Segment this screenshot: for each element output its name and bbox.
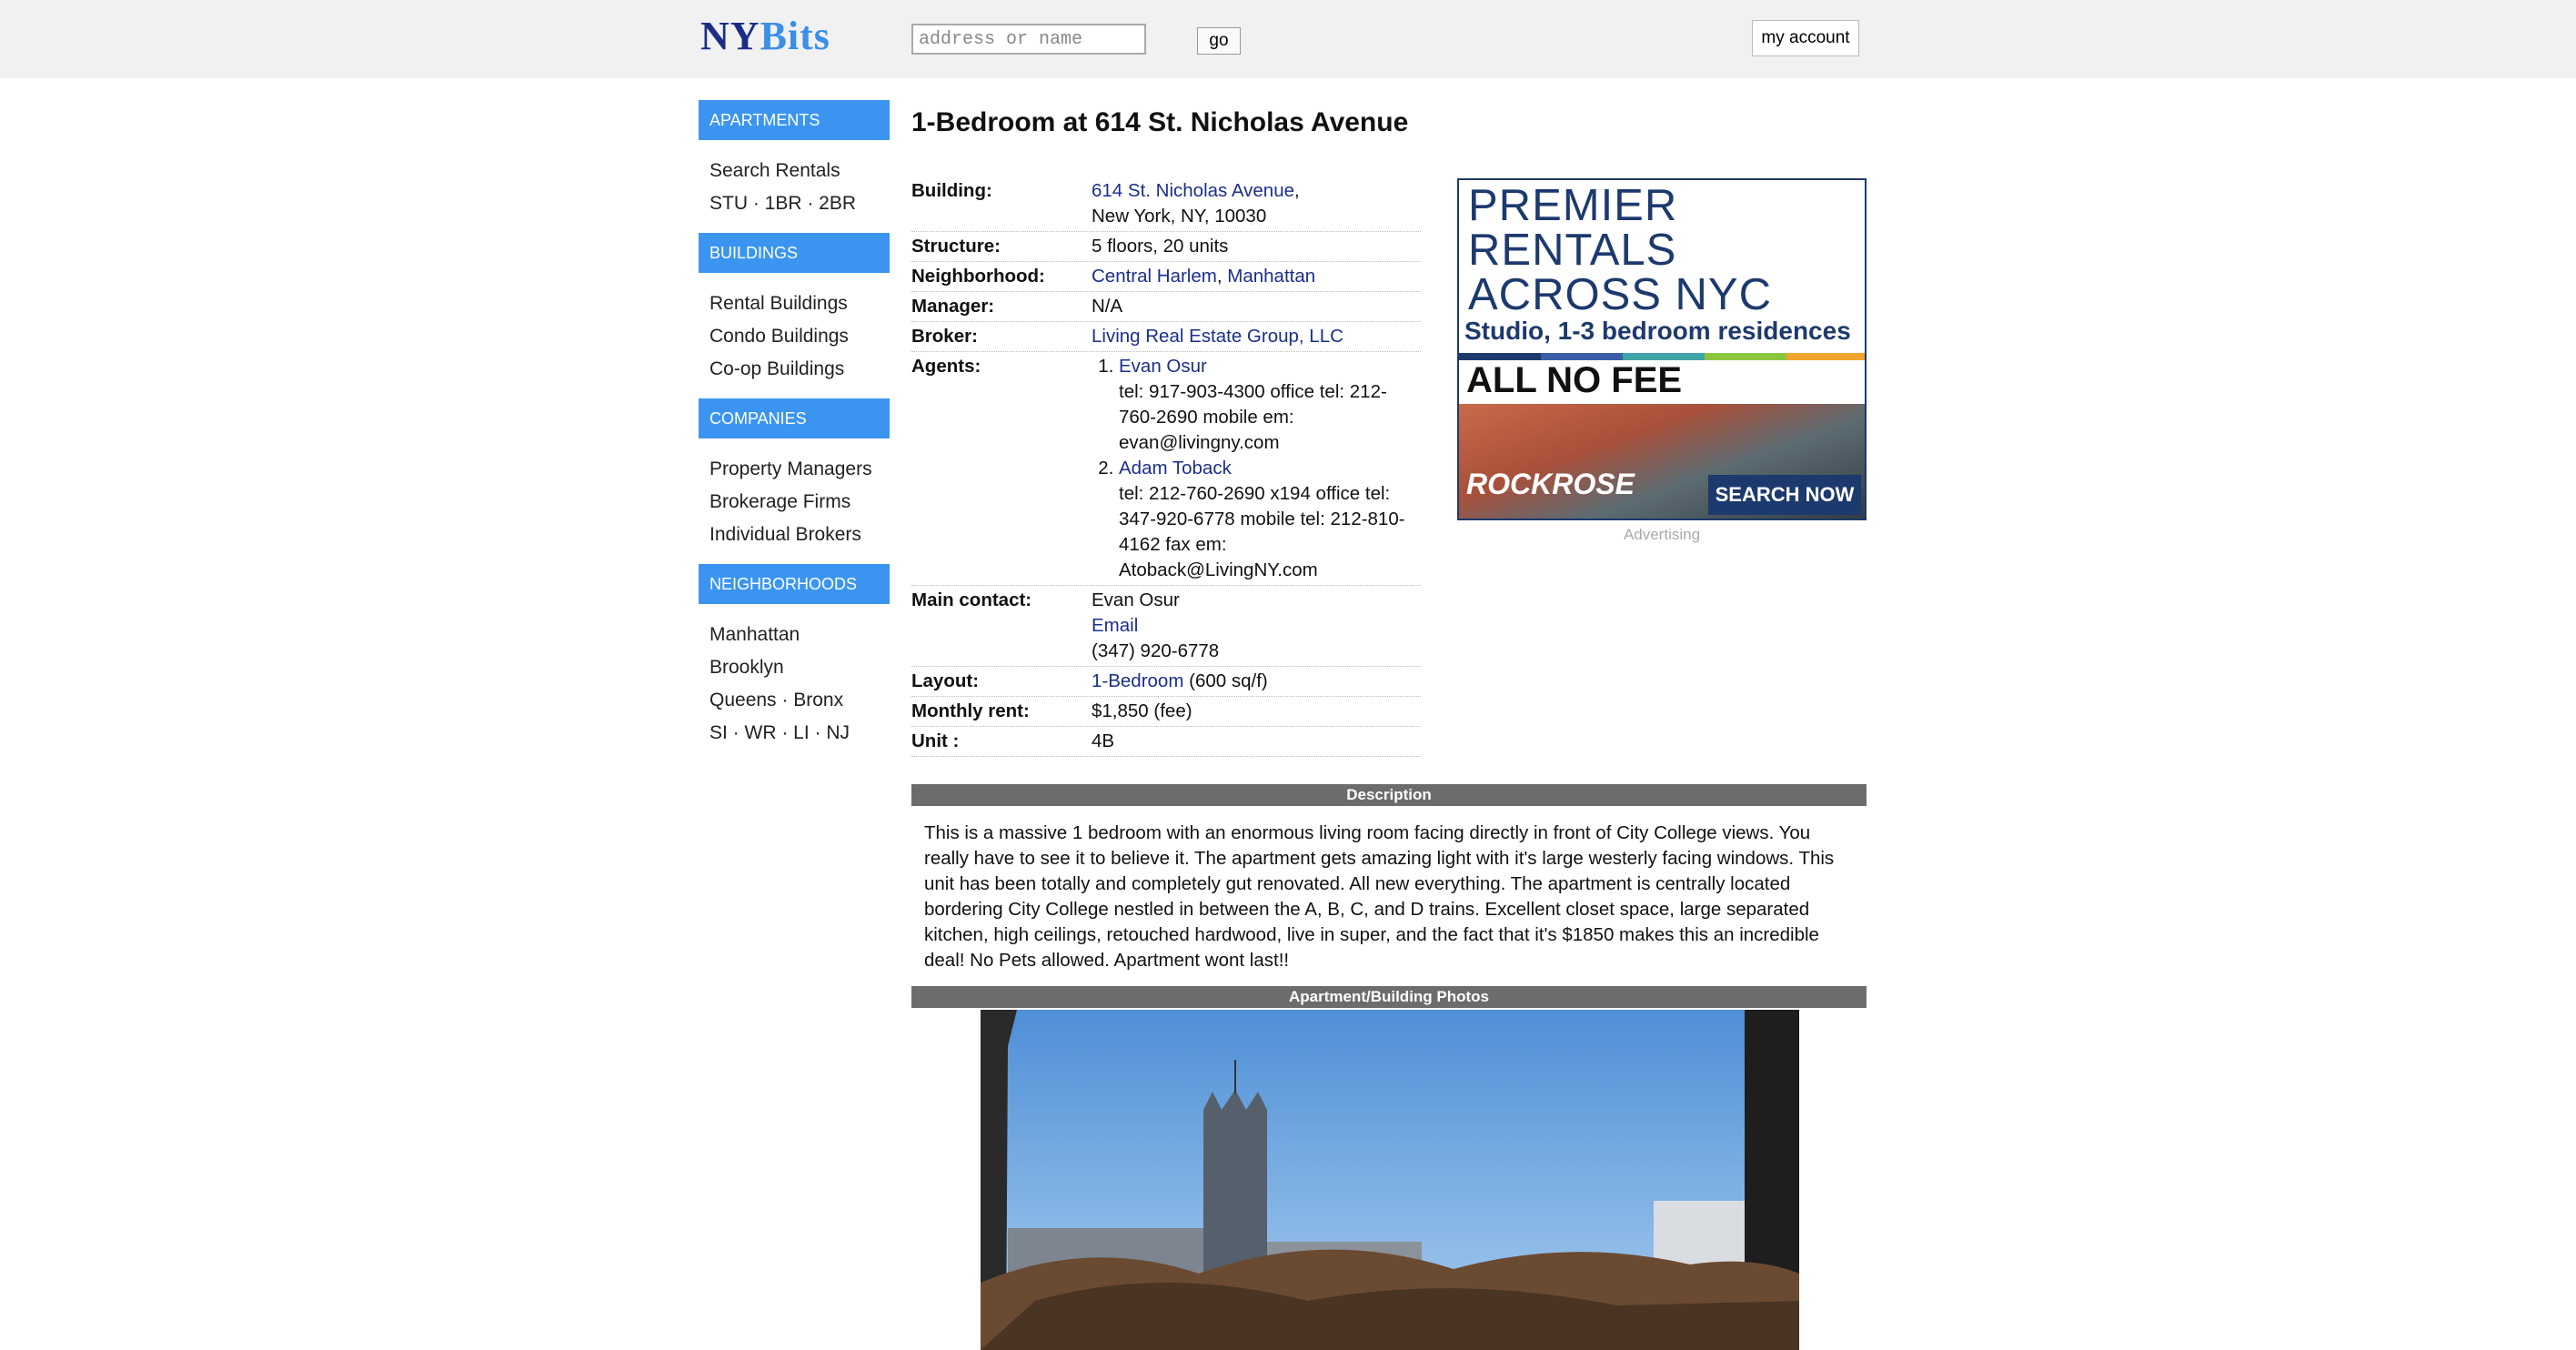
- agent-link[interactable]: Adam Toback: [1119, 458, 1232, 479]
- sidebar-item-manhattan[interactable]: Manhattan: [709, 622, 800, 648]
- detail-row-structure: Structure: 5 floors, 20 units: [911, 234, 1421, 262]
- layout-link[interactable]: 1-Bedroom: [1092, 670, 1183, 691]
- sidebar-item-property-managers[interactable]: Property Managers: [709, 457, 872, 482]
- building-city: New York, NY, 10030: [1092, 206, 1267, 227]
- go-button[interactable]: go: [1197, 27, 1241, 55]
- sidebar-item-coop-buildings[interactable]: Co-op Buildings: [709, 357, 844, 382]
- apartment-photo[interactable]: [981, 1010, 1799, 1350]
- sidebar-header-neighborhoods[interactable]: NEIGHBORHOODS: [699, 564, 890, 604]
- neighborhood-link[interactable]: Central Harlem: [1092, 266, 1217, 287]
- sidebar-header-buildings[interactable]: BUILDINGS: [699, 233, 890, 273]
- detail-row-manager: Manager: N/A: [911, 294, 1421, 322]
- ad-subtitle: Studio, 1-3 bedroom residences: [1464, 317, 1851, 345]
- detail-label: Neighborhood:: [911, 266, 1045, 287]
- detail-row-neighborhood: Neighborhood: Central Harlem, Manhattan: [911, 264, 1421, 292]
- detail-value: N/A: [1092, 296, 1123, 317]
- contact-name: Evan Osur: [1092, 589, 1180, 610]
- page-title: 1-Bedroom at 614 St. Nicholas Avenue: [911, 107, 1409, 137]
- agent-contact: tel: 917-903-4300 office tel: 212-760-26…: [1119, 381, 1387, 453]
- agent-contact: tel: 212-760-2690 x194 office tel: 347-9…: [1119, 483, 1405, 580]
- sidebar-item-queens-bronx[interactable]: Queens · Bronx: [709, 688, 843, 713]
- detail-row-unit: Unit : 4B: [911, 729, 1421, 757]
- detail-value: Evan Osur tel: 917-903-4300 office tel: …: [1092, 354, 1421, 583]
- building-link[interactable]: 614 St. Nicholas Avenue: [1092, 180, 1294, 201]
- detail-label: Layout:: [911, 670, 980, 691]
- layout-size: (600 sq/f): [1189, 670, 1268, 691]
- photos-heading: Apartment/Building Photos: [911, 986, 1867, 1008]
- description-heading: Description: [911, 784, 1867, 806]
- ad-headline-line: ACROSS NYC: [1468, 270, 1773, 319]
- detail-label: Manager:: [911, 296, 995, 317]
- detail-label: Broker:: [911, 326, 978, 347]
- sidebar-header-apartments[interactable]: APARTMENTS: [699, 100, 890, 140]
- advertisement-banner[interactable]: PREMIER RENTALS ACROSS NYC Studio, 1-3 b…: [1457, 178, 1867, 520]
- sidebar-item-other-areas[interactable]: SI · WR · LI · NJ: [709, 720, 850, 746]
- detail-value: 4B: [1092, 730, 1115, 751]
- detail-row-building: Building: 614 St. Nicholas Avenue, New Y…: [911, 178, 1421, 232]
- ad-brand-logo: ROCKROSE: [1466, 468, 1635, 500]
- sidebar-header-companies[interactable]: COMPANIES: [699, 398, 890, 438]
- detail-row-rent: Monthly rent: $1,850 (fee): [911, 699, 1421, 727]
- sidebar-item-apartment-sizes[interactable]: STU · 1BR · 2BR: [709, 191, 856, 217]
- agent-item: Adam Toback tel: 212-760-2690 x194 offic…: [1119, 456, 1421, 583]
- site-logo[interactable]: NYBits: [700, 13, 830, 59]
- agent-link[interactable]: Evan Osur: [1119, 356, 1207, 377]
- ad-no-fee: ALL NO FEE: [1466, 360, 1683, 400]
- my-account-button[interactable]: my account: [1752, 20, 1859, 56]
- detail-row-agents: Agents: Evan Osur tel: 917-903-4300 offi…: [911, 354, 1421, 586]
- borough-link[interactable]: Manhattan: [1227, 266, 1315, 287]
- ad-color-stripe: [1459, 353, 1865, 360]
- detail-label: Main contact:: [911, 589, 1032, 610]
- detail-label: Agents:: [911, 356, 981, 377]
- contact-email-link[interactable]: Email: [1092, 615, 1138, 636]
- detail-value: 5 floors, 20 units: [1092, 236, 1229, 257]
- detail-label: Building:: [911, 180, 992, 201]
- ad-headline: PREMIER RENTALS ACROSS NYC: [1468, 184, 1772, 317]
- logo-bits: Bits: [760, 14, 830, 58]
- agent-item: Evan Osur tel: 917-903-4300 office tel: …: [1119, 354, 1421, 456]
- detail-label: Unit :: [911, 730, 960, 751]
- detail-row-broker: Broker: Living Real Estate Group, LLC: [911, 324, 1421, 352]
- detail-value: Living Real Estate Group, LLC: [1092, 324, 1421, 349]
- detail-label: Structure:: [911, 236, 1001, 257]
- detail-row-main-contact: Main contact: Evan Osur Email (347) 920-…: [911, 588, 1421, 667]
- detail-value: $1,850 (fee): [1092, 700, 1192, 721]
- detail-value: 1-Bedroom (600 sq/f): [1092, 669, 1421, 694]
- detail-value: 614 St. Nicholas Avenue, New York, NY, 1…: [1092, 180, 1300, 227]
- contact-phone: (347) 920-6778: [1092, 640, 1220, 661]
- ad-search-now-button[interactable]: SEARCH NOW: [1708, 475, 1861, 515]
- listing-details: Building: 614 St. Nicholas Avenue, New Y…: [911, 178, 1421, 759]
- ad-headline-line: RENTALS: [1468, 226, 1677, 275]
- top-bar: NYBits go my account: [0, 0, 2576, 78]
- broker-link[interactable]: Living Real Estate Group, LLC: [1092, 326, 1343, 347]
- sidebar-item-individual-brokers[interactable]: Individual Brokers: [709, 522, 861, 548]
- detail-value: Central Harlem, Manhattan: [1092, 266, 1316, 287]
- ad-headline-line: PREMIER: [1468, 181, 1678, 230]
- detail-label: Monthly rent:: [911, 700, 1030, 721]
- sidebar-item-brooklyn[interactable]: Brooklyn: [709, 655, 784, 680]
- agents-list: Evan Osur tel: 917-903-4300 office tel: …: [1092, 354, 1421, 583]
- sidebar-item-brokerage-firms[interactable]: Brokerage Firms: [709, 489, 850, 515]
- detail-row-layout: Layout: 1-Bedroom (600 sq/f): [911, 669, 1421, 697]
- sidebar-item-search-rentals[interactable]: Search Rentals: [709, 158, 840, 184]
- apartment-photo-image: [981, 1010, 1799, 1350]
- ad-caption: Advertising: [1623, 526, 1701, 543]
- sidebar-item-rental-buildings[interactable]: Rental Buildings: [709, 291, 848, 317]
- detail-value: Evan Osur Email (347) 920-6778: [1092, 588, 1421, 664]
- description-text: This is a massive 1 bedroom with an enor…: [924, 822, 1835, 971]
- search-input[interactable]: [911, 24, 1146, 55]
- sidebar-item-condo-buildings[interactable]: Condo Buildings: [709, 324, 849, 349]
- logo-ny: NY: [700, 14, 760, 58]
